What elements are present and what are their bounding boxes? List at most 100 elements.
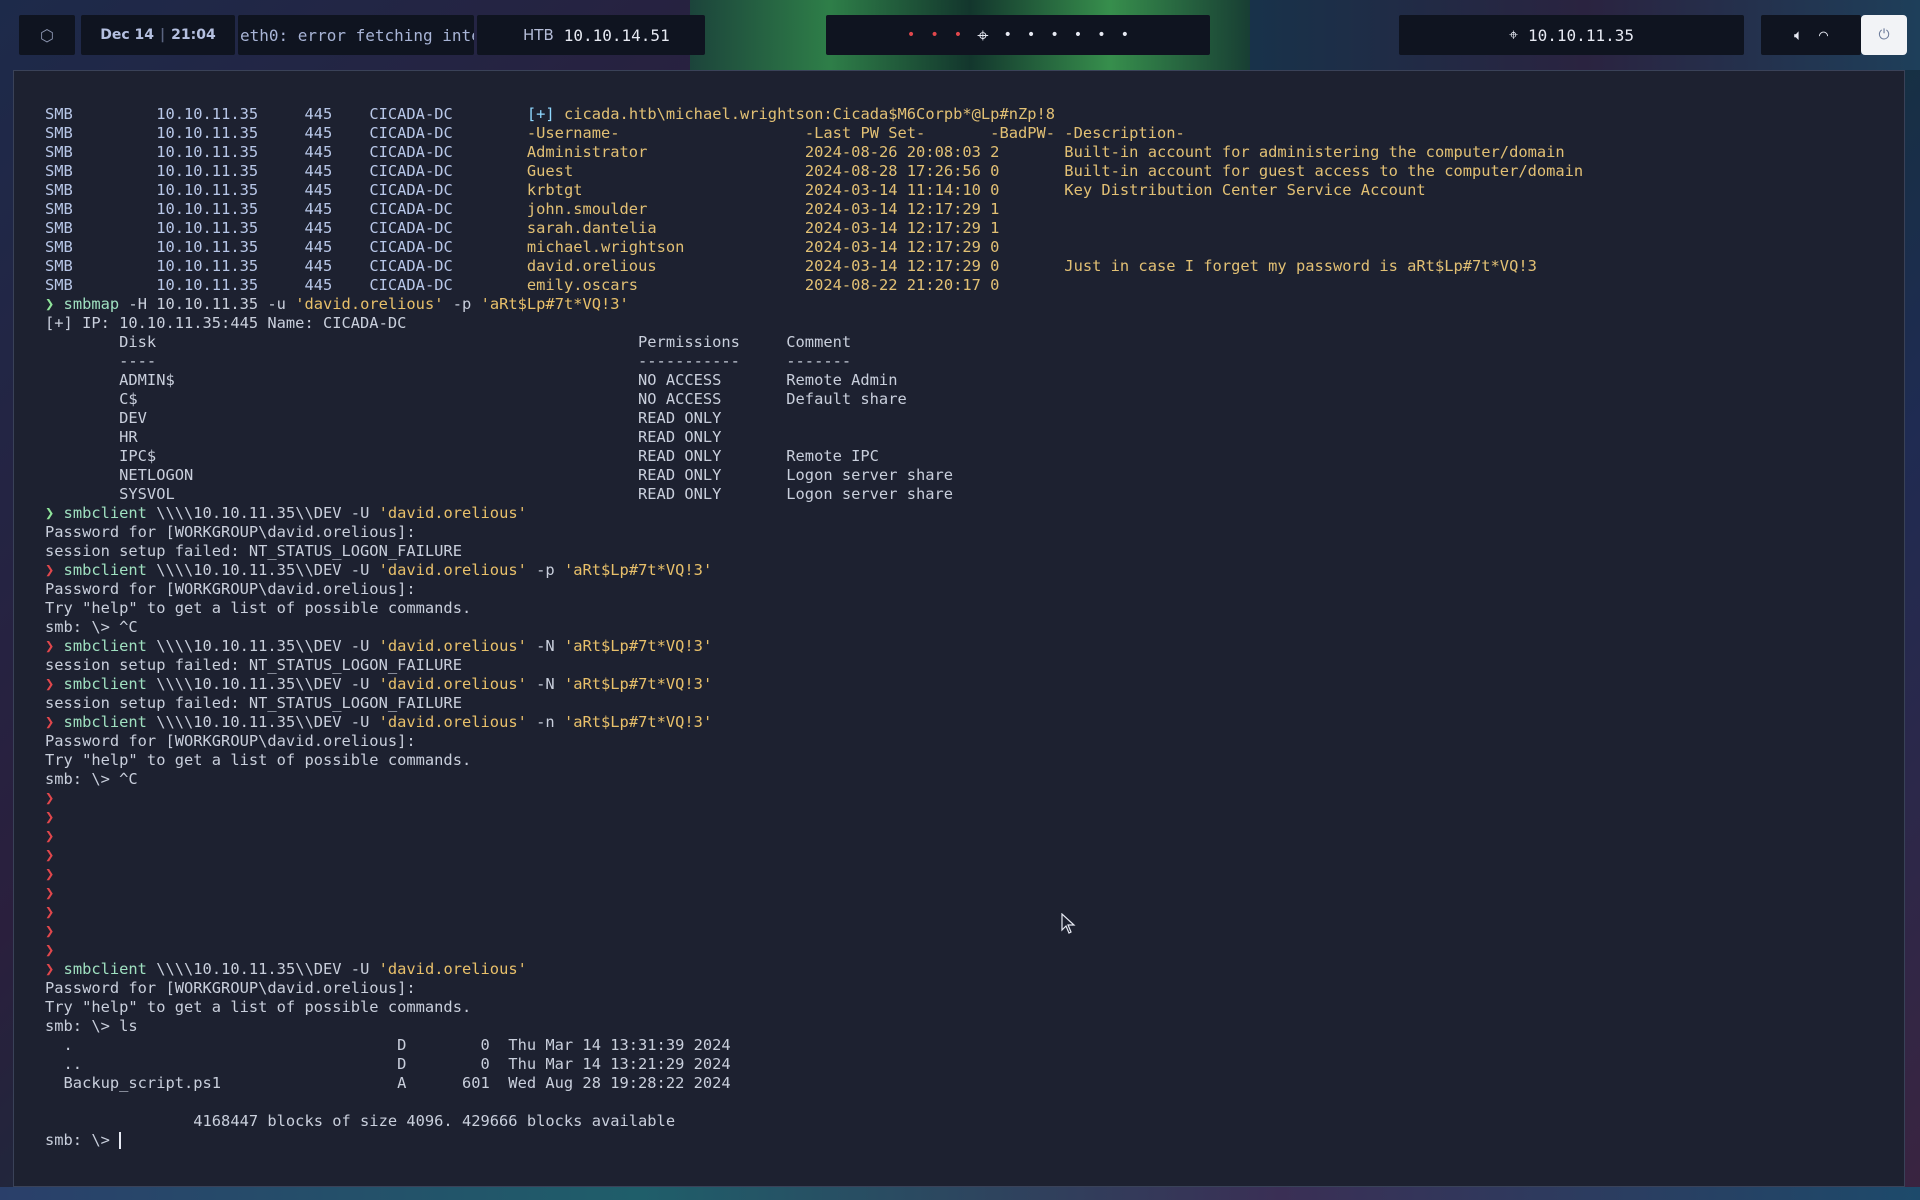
smb-ip: 10.10.11.35	[156, 238, 305, 256]
command-name: smbclient	[63, 675, 147, 693]
active-prompt-line: smb: \>	[45, 1131, 1583, 1150]
prompt-symbol: ❯	[45, 827, 55, 845]
smb-proto: SMB	[45, 200, 157, 218]
output-line: session setup failed: NT_STATUS_LOGON_FA…	[45, 542, 1583, 561]
smb-user-entry: emily.oscars 2024-08-22 21:20:17 0	[526, 276, 1000, 294]
smb-output-line: SMB 10.10.11.35 445 CICADA-DC sarah.dant…	[45, 219, 1583, 238]
smb-output-line: SMB 10.10.11.35 445 CICADA-DC [+] cicada…	[45, 105, 1583, 124]
smb-credential: cicada.htb\michael.wrightson:Cicada$M6Co…	[554, 105, 1056, 123]
smb-user-entry: -Username- -Last PW Set- -BadPW- -Descri…	[526, 124, 1185, 142]
prompt-symbol: ❯	[45, 561, 64, 579]
command-line: ❯ smbclient \\\\10.10.11.35\\DEV -U 'dav…	[45, 675, 1583, 694]
terminal-window[interactable]: SMB 10.10.11.35 445 CICADA-DC [+] cicada…	[13, 70, 1905, 1187]
prompt-symbol: ❯	[45, 789, 55, 807]
smb-output-line: SMB 10.10.11.35 445 CICADA-DC Guest 2024…	[45, 162, 1583, 181]
workspace-dot[interactable]: •	[954, 27, 962, 43]
power-button[interactable]: ⏻	[1861, 15, 1907, 55]
smb-port: 445	[304, 143, 370, 161]
smb-prompt: smb: \>	[45, 1131, 120, 1149]
empty-prompt-line: ❯	[45, 903, 1583, 922]
workspace-dot[interactable]: •	[1121, 27, 1129, 43]
smb-port: 445	[304, 162, 370, 180]
workspace-switcher: • • • ⌖ • • • • • •	[826, 15, 1210, 55]
vpn-widget: HTB 10.10.14.51	[477, 15, 705, 55]
workspace-dot[interactable]: •	[1050, 27, 1058, 43]
command-name: smbclient	[63, 713, 147, 731]
output-line: Password for [WORKGROUP\david.orelious]:	[45, 580, 1583, 599]
command-line: ❯ smbclient \\\\10.10.11.35\\DEV -U 'dav…	[45, 561, 1583, 580]
command-name: smbclient	[63, 504, 147, 522]
output-text: Try "help" to get a list of possible com…	[45, 751, 472, 769]
smb-output-line: SMB 10.10.11.35 445 CICADA-DC michael.wr…	[45, 238, 1583, 257]
smb-proto: SMB	[45, 238, 157, 256]
smb-ip: 10.10.11.35	[156, 143, 305, 161]
separator: |	[160, 27, 166, 43]
workspace-dot[interactable]: •	[1027, 27, 1035, 43]
prompt-symbol: ❯	[45, 903, 55, 921]
output-line: [+] IP: 10.10.11.35:445 Name: CICADA-DC	[45, 314, 1583, 333]
prompt-symbol: ❯	[45, 865, 55, 883]
command-string: 'david.orelious'	[378, 504, 527, 522]
output-text: Password for [WORKGROUP\david.orelious]:	[45, 732, 416, 750]
launcher-button[interactable]: ⬡	[19, 15, 75, 55]
prompt-symbol: ❯	[45, 808, 55, 826]
command-line: ❯ smbclient \\\\10.10.11.35\\DEV -U 'dav…	[45, 504, 1583, 523]
smb-port: 445	[304, 181, 370, 199]
output-text: session setup failed: NT_STATUS_LOGON_FA…	[45, 694, 462, 712]
wifi-icon[interactable]: ◠	[1819, 26, 1828, 44]
prompt-symbol: ❯	[45, 960, 64, 978]
output-text: SYSVOL READ ONLY Logon server share	[45, 485, 954, 503]
output-text: DEV READ ONLY	[45, 409, 722, 427]
prompt-symbol: ❯	[45, 295, 64, 313]
command-line: ❯ smbclient \\\\10.10.11.35\\DEV -U 'dav…	[45, 637, 1583, 656]
output-text: IPC$ READ ONLY Remote IPC	[45, 447, 879, 465]
output-text: 4168447 blocks of size 4096. 429666 bloc…	[45, 1112, 676, 1130]
smb-host: CICADA-DC	[369, 162, 527, 180]
output-text: session setup failed: NT_STATUS_LOGON_FA…	[45, 656, 462, 674]
workspace-dot[interactable]: •	[907, 27, 915, 43]
output-text: ADMIN$ NO ACCESS Remote Admin	[45, 371, 898, 389]
command-args: \\\\10.10.11.35\\DEV -U	[146, 504, 379, 522]
smb-port: 445	[304, 238, 370, 256]
output-text: Password for [WORKGROUP\david.orelious]:	[45, 580, 416, 598]
smb-user-entry: sarah.dantelia 2024-03-14 12:17:29 1	[526, 219, 1000, 237]
command-string: 'aRt$Lp#7t*VQ!3'	[563, 713, 713, 731]
prompt-symbol: ❯	[45, 713, 64, 731]
crosshair-icon[interactable]: ⌖	[977, 23, 988, 47]
output-line: DEV READ ONLY	[45, 409, 1583, 428]
smb-proto: SMB	[45, 143, 157, 161]
smb-host: CICADA-DC	[369, 181, 527, 199]
workspace-dot[interactable]: •	[930, 27, 938, 43]
prompt-symbol: ❯	[45, 884, 55, 902]
smb-host: CICADA-DC	[369, 124, 527, 142]
empty-prompt-line: ❯	[45, 941, 1583, 960]
command-args: \\\\10.10.11.35\\DEV -U	[146, 960, 379, 978]
command-string: 'david.orelious'	[378, 561, 527, 579]
prompt-symbol: ❯	[45, 637, 64, 655]
speaker-icon[interactable]: 🔈︎	[1794, 26, 1803, 44]
empty-prompt-line: ❯	[45, 865, 1583, 884]
prompt-symbol: ❯	[45, 941, 55, 959]
output-line: NETLOGON READ ONLY Logon server share	[45, 466, 1583, 485]
output-line: ---- ----------- -------	[45, 352, 1583, 371]
command-args: -N	[526, 637, 564, 655]
command-args: \\\\10.10.11.35\\DEV -U	[146, 675, 379, 693]
smb-ip: 10.10.11.35	[156, 124, 305, 142]
status-bar: ⬡ Dec 14 | 21:04 eth0: error fetching in…	[0, 0, 1920, 70]
output-text: HR READ ONLY	[45, 428, 722, 446]
command-name: smbmap	[63, 295, 120, 313]
command-line: ❯ smbmap -H 10.10.11.35 -u 'david.orelio…	[45, 295, 1583, 314]
output-line: SYSVOL READ ONLY Logon server share	[45, 485, 1583, 504]
workspace-dot[interactable]: •	[1003, 27, 1011, 43]
output-line: Backup_script.ps1 A 601 Wed Aug 28 19:28…	[45, 1074, 1583, 1093]
output-text: ---- ----------- -------	[45, 352, 852, 370]
command-args: \\\\10.10.11.35\\DEV -U	[146, 713, 379, 731]
output-text: [+] IP: 10.10.11.35:445 Name: CICADA-DC	[45, 314, 407, 332]
text-cursor	[119, 1132, 122, 1149]
workspace-dot[interactable]: •	[1097, 27, 1105, 43]
smb-host: CICADA-DC	[369, 219, 527, 237]
smb-host: CICADA-DC	[369, 143, 527, 161]
empty-prompt-line: ❯	[45, 884, 1583, 903]
command-args: -N	[526, 675, 564, 693]
workspace-dot[interactable]: •	[1074, 27, 1082, 43]
